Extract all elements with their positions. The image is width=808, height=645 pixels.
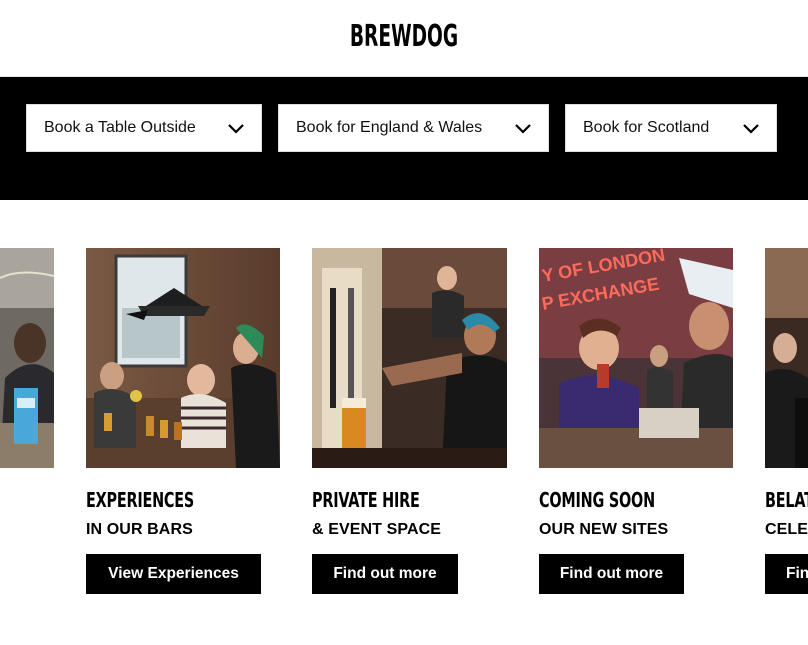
chevron-down-icon xyxy=(228,124,244,134)
card-subtitle: CELE xyxy=(765,521,808,538)
site-header: BREWDOG xyxy=(0,0,808,77)
dropdown-label: Book for England & Wales xyxy=(296,119,483,136)
chevron-down-icon xyxy=(743,124,759,134)
card-image-coming-soon[interactable]: Y OF LONDON P EXCHANGE xyxy=(539,248,733,468)
card-subtitle: IN OUR BARS xyxy=(86,521,193,538)
card-image-partial-left[interactable] xyxy=(0,248,54,468)
dropdown-label: Book a Table Outside xyxy=(44,119,196,136)
card-subtitle: OUR NEW SITES xyxy=(539,521,669,538)
booking-bar: Book a Table Outside Book for England & … xyxy=(0,77,808,200)
card-title: PRIVATE HIRE xyxy=(312,488,420,512)
book-england-wales-dropdown[interactable]: Book for England & Wales xyxy=(278,104,549,152)
card-image-partial-right[interactable] xyxy=(765,248,808,468)
chevron-down-icon xyxy=(515,124,531,134)
card-title: COMING SOON xyxy=(539,488,655,512)
brewdog-logo[interactable]: BREWDOG xyxy=(154,20,655,54)
card-title-clip: BELAT xyxy=(765,488,808,512)
find-out-more-button[interactable]: Find out more xyxy=(539,554,684,594)
card-title: BELAT xyxy=(765,488,808,512)
book-scotland-dropdown[interactable]: Book for Scotland xyxy=(565,104,777,152)
card-image-private-hire[interactable] xyxy=(312,248,507,468)
find-out-more-button[interactable]: Find out more xyxy=(312,554,458,594)
card-image-experiences[interactable] xyxy=(86,248,280,468)
card-button-partial[interactable]: Fin xyxy=(765,554,808,594)
view-experiences-button[interactable]: View Experiences xyxy=(86,554,261,594)
dropdown-label: Book for Scotland xyxy=(583,119,710,136)
card-subtitle-clip: CELE xyxy=(765,521,808,541)
card-title: EXPERIENCES xyxy=(86,488,195,512)
book-table-outside-dropdown[interactable]: Book a Table Outside xyxy=(26,104,262,152)
card-subtitle: & EVENT SPACE xyxy=(312,521,442,538)
card-button-clip: Fin xyxy=(765,554,808,594)
